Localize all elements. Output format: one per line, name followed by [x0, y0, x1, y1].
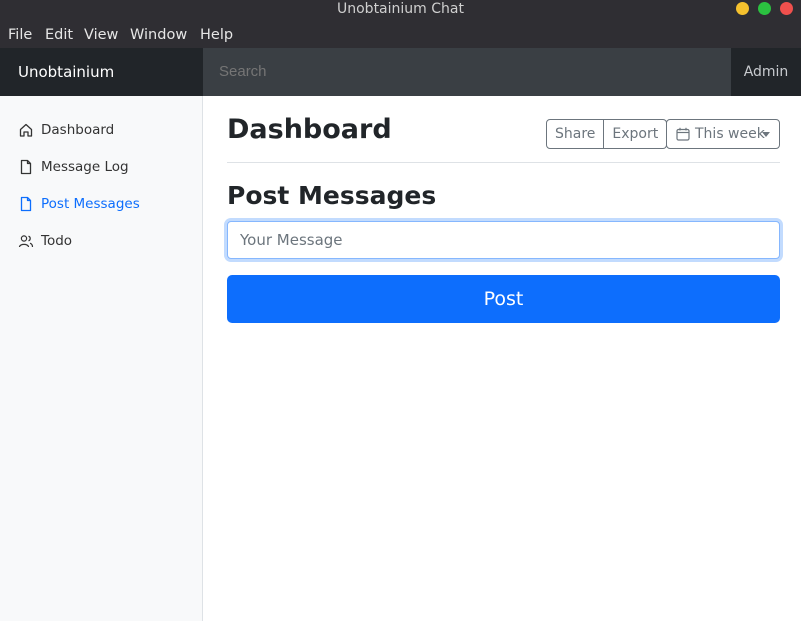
- top-navbar: Unobtainium Admin: [0, 48, 801, 96]
- message-input[interactable]: [227, 221, 780, 259]
- sidebar-item-todo[interactable]: Todo: [0, 226, 202, 256]
- file-icon: [20, 196, 32, 212]
- main-content: Dashboard Share Export This week Post Me…: [203, 96, 801, 621]
- maximize-button[interactable]: [758, 2, 771, 15]
- home-icon: [19, 123, 33, 137]
- date-range-dropdown[interactable]: This week: [666, 119, 780, 149]
- window-titlebar: Unobtainium Chat: [0, 0, 801, 21]
- window-title: Unobtainium Chat: [337, 1, 464, 17]
- sidebar-item-dashboard[interactable]: Dashboard: [0, 115, 202, 145]
- export-button[interactable]: Export: [604, 119, 668, 149]
- sidebar: Dashboard Message Log Post Messages Todo: [0, 96, 203, 621]
- search-input[interactable]: [203, 48, 731, 96]
- sidebar-item-message-log[interactable]: Message Log: [0, 152, 202, 182]
- close-window-button[interactable]: [780, 2, 793, 15]
- file-icon: [20, 159, 32, 175]
- users-icon: [18, 235, 34, 248]
- share-button[interactable]: Share: [546, 119, 605, 149]
- menu-edit[interactable]: Edit: [45, 21, 73, 50]
- header-divider: [227, 162, 780, 163]
- page-title: Dashboard: [227, 114, 392, 145]
- sidebar-item-label: Dashboard: [41, 122, 115, 138]
- post-button[interactable]: Post: [227, 275, 780, 323]
- chevron-down-icon: [762, 132, 770, 137]
- menu-file[interactable]: File: [8, 21, 32, 50]
- menu-help[interactable]: Help: [200, 21, 233, 50]
- calendar-icon: [676, 127, 690, 141]
- menu-bar: File Edit View Window Help: [0, 21, 801, 48]
- menu-view[interactable]: View: [84, 21, 118, 50]
- sidebar-item-label: Message Log: [41, 159, 129, 175]
- admin-link[interactable]: Admin: [731, 48, 801, 96]
- date-range-label: This week: [695, 126, 765, 142]
- brand-link[interactable]: Unobtainium: [0, 48, 203, 96]
- share-export-group: Share Export: [546, 119, 668, 149]
- sidebar-item-label: Todo: [41, 233, 73, 249]
- sidebar-item-label: Post Messages: [41, 196, 140, 212]
- section-title: Post Messages: [227, 181, 437, 210]
- menu-window[interactable]: Window: [130, 21, 187, 50]
- minimize-button[interactable]: [736, 2, 749, 15]
- sidebar-item-post-messages[interactable]: Post Messages: [0, 189, 202, 219]
